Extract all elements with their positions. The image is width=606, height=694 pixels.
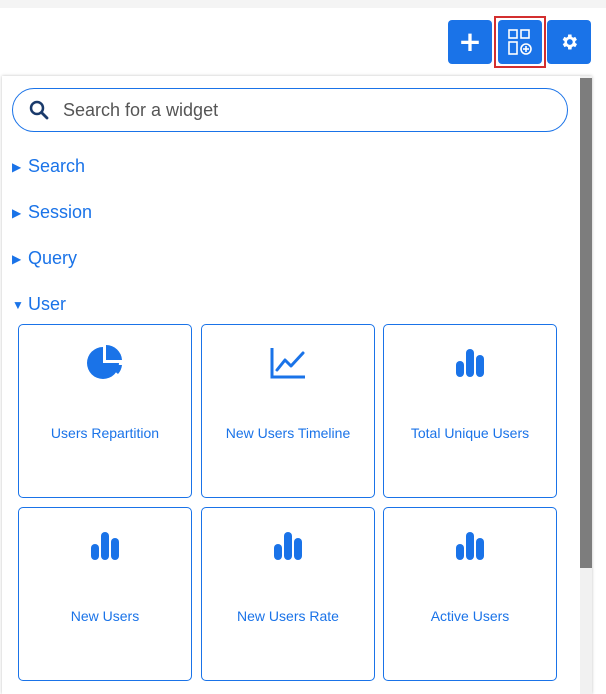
scrollbar-track[interactable] [580,76,592,694]
widget-picker-screen: + ▶ Search [0,0,606,694]
category-label: Session [28,202,93,222]
caret-right-icon: ▶ [12,251,22,266]
bar-chart-icon [274,532,302,560]
widget-tile-total-unique-users[interactable]: Total Unique Users [383,324,557,498]
caret-right-icon: ▶ [12,159,22,174]
widget-tile-new-users[interactable]: New Users [18,507,192,681]
bar-chart-icon [456,349,484,377]
widget-tile-label: Total Unique Users [410,425,530,441]
widget-add-icon [508,29,532,55]
category-search[interactable]: ▶ Search [12,156,85,177]
caret-right-icon: ▶ [12,205,22,220]
plus-icon: + [458,25,482,58]
widget-tile-label: New Users [70,608,140,624]
category-label: Search [28,156,86,176]
bar-chart-icon [91,532,119,560]
settings-button[interactable] [547,20,591,64]
category-label: User [28,294,67,314]
search-box[interactable] [12,88,568,132]
gear-icon [562,34,577,50]
widget-tile-label: Active Users [430,608,510,624]
top-strip [0,0,606,8]
widget-tile-label: Users Repartition [50,425,160,441]
category-user[interactable]: ▼ User [12,294,66,315]
widget-tile-new-users-rate[interactable]: New Users Rate [201,507,375,681]
category-query[interactable]: ▶ Query [12,248,77,269]
widget-tile-new-users-timeline[interactable]: New Users Timeline [201,324,375,498]
add-button[interactable]: + [448,20,492,64]
widget-tile-users-repartition[interactable]: Users Repartition [18,324,192,498]
search-icon [29,100,49,120]
widget-panel: ▶ Search ▶ Session ▶ Query ▼ User Users … [2,76,592,694]
add-widget-button[interactable] [498,20,542,64]
pie-chart-icon [87,344,122,379]
line-chart-icon [270,348,305,379]
category-session[interactable]: ▶ Session [12,202,92,223]
category-label: Query [28,248,78,268]
bar-chart-icon [456,532,484,560]
widget-tile-label: New Users Timeline [225,425,351,441]
scrollbar-thumb[interactable] [580,78,592,568]
widget-tile-active-users[interactable]: Active Users [383,507,557,681]
search-input[interactable] [61,98,525,122]
widget-tile-label: New Users Rate [237,608,339,624]
caret-down-icon: ▼ [12,297,24,312]
